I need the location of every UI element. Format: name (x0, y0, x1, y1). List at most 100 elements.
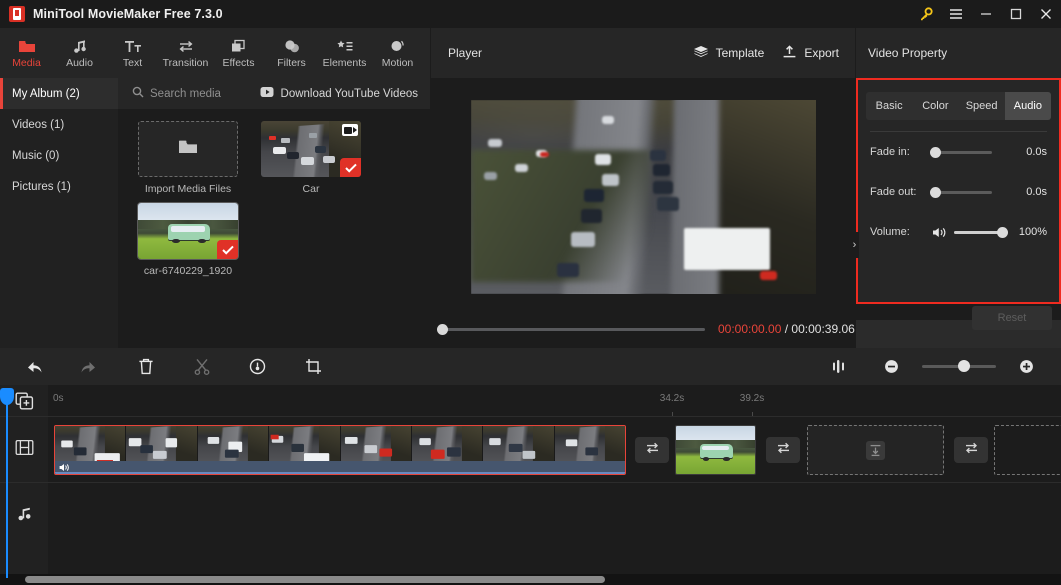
split-button[interactable] (180, 348, 223, 385)
clip-audio-strip[interactable] (55, 461, 625, 474)
playhead-handle[interactable] (0, 388, 14, 405)
image-clip-van[interactable] (675, 425, 756, 475)
zoom-slider[interactable] (922, 360, 996, 372)
tab-speed[interactable]: Speed (959, 92, 1005, 120)
speaker-icon[interactable] (932, 226, 954, 239)
reset-button[interactable]: Reset (972, 306, 1052, 330)
media-library-search-row: Search media Download YouTube Videos (118, 78, 430, 109)
tab-audio[interactable]: Audio (53, 28, 106, 78)
search-icon (132, 85, 144, 103)
transition-slot-1[interactable] (635, 437, 669, 463)
undo-button[interactable] (12, 348, 55, 385)
fade-in-handle[interactable] (930, 146, 941, 158)
sidebar-item-my-album[interactable]: My Album (2) (0, 78, 118, 109)
time-separator: / (781, 322, 792, 336)
video-property-panel: Video Property › Basic Color Speed Audio… (850, 28, 1061, 348)
tab-audio[interactable]: Audio (1004, 92, 1051, 120)
video-preview[interactable] (470, 100, 816, 294)
audio-track[interactable] (48, 482, 1061, 548)
zoom-out-icon[interactable] (870, 348, 913, 385)
import-media-tile[interactable]: Import Media Files (132, 121, 244, 195)
download-youtube-videos-button[interactable]: Download YouTube Videos (260, 85, 418, 103)
player-actions: Template Export (693, 44, 839, 62)
fade-in-label: Fade in: (870, 146, 910, 158)
close-icon[interactable] (1031, 0, 1061, 28)
key-icon[interactable] (911, 0, 941, 28)
fade-out-slider[interactable] (930, 186, 992, 198)
fade-out-value: 0.0s (1026, 186, 1047, 198)
zoom-handle[interactable] (958, 360, 970, 372)
minimize-icon[interactable] (971, 0, 1001, 28)
sidebar-item-videos[interactable]: Videos (1) (0, 109, 118, 140)
speed-button[interactable] (236, 348, 279, 385)
timeline: 0s 34.2s 39.2s (0, 385, 1061, 585)
menu-icon[interactable] (941, 0, 971, 28)
zoom-in-icon[interactable] (1005, 348, 1048, 385)
tab-media[interactable]: Media (0, 28, 53, 78)
tab-transition[interactable]: Transition (159, 28, 212, 78)
timeline-ruler[interactable]: 0s 34.2s 39.2s (48, 385, 1061, 416)
fade-in-slider[interactable] (930, 146, 992, 158)
template-button[interactable]: Template (693, 45, 764, 62)
tab-motion[interactable]: Motion (371, 28, 424, 78)
media-item-car-video[interactable]: Car (255, 121, 367, 195)
fade-out-label: Fade out: (870, 186, 917, 198)
filters-circles-icon (283, 37, 301, 54)
clip-thumbnail-van (676, 426, 755, 474)
film-strip-icon (15, 439, 34, 461)
media-item-van-image[interactable]: car-6740229_1920 (132, 202, 244, 277)
crop-button[interactable] (292, 348, 335, 385)
music-note-icon (72, 37, 88, 54)
import-media-label: Import Media Files (144, 183, 232, 195)
sidebar-item-pictures[interactable]: Pictures (1) (0, 171, 118, 202)
import-media-dropzone[interactable] (138, 121, 238, 177)
timeline-horizontal-scrollbar[interactable] (0, 574, 1061, 585)
transition-arrows-icon (177, 37, 195, 54)
export-button[interactable]: Export (782, 44, 839, 62)
media-thumbnail[interactable] (261, 121, 361, 177)
tab-color[interactable]: Color (912, 92, 958, 120)
fade-out-handle[interactable] (930, 186, 941, 198)
tab-elements[interactable]: Elements (318, 28, 371, 78)
video-clip-car[interactable] (54, 425, 626, 475)
property-tab-bar: Basic Color Speed Audio (866, 92, 1051, 120)
search-input[interactable]: Search media (132, 85, 221, 103)
video-track[interactable] (48, 416, 1061, 482)
volume-value: 100% (1018, 226, 1047, 238)
fit-timeline-icon[interactable] (818, 348, 861, 385)
delete-button[interactable] (124, 348, 167, 385)
transition-slot-2[interactable] (766, 437, 800, 463)
sidebar-item-music[interactable]: Music (0) (0, 140, 118, 171)
total-time: 00:00:39.06 (791, 322, 855, 336)
maximize-icon[interactable] (1001, 0, 1031, 28)
clip-thumbnails (55, 426, 625, 463)
tab-filters[interactable]: Filters (265, 28, 318, 78)
playhead[interactable] (0, 388, 14, 578)
tab-effects[interactable]: Effects (212, 28, 265, 78)
timeline-toolbar (0, 348, 1061, 385)
media-dropzone-2[interactable] (994, 425, 1061, 475)
download-into-icon (866, 440, 885, 460)
media-thumbnail[interactable] (137, 202, 239, 260)
transition-arrows-icon (775, 441, 792, 460)
scrollbar-thumb[interactable] (25, 576, 605, 583)
sidebar-item-label: Music (0) (12, 149, 60, 162)
transition-arrows-icon (963, 441, 980, 460)
tab-text[interactable]: Text (106, 28, 159, 78)
tab-text-label: Text (122, 57, 143, 69)
volume-row: Volume: 100% (858, 212, 1059, 252)
chevron-right-icon[interactable]: › (850, 232, 859, 258)
current-time: 00:00:00.00 (718, 322, 782, 336)
media-dropzone-1[interactable] (807, 425, 944, 475)
tab-transition-label: Transition (162, 57, 209, 69)
seek-bar[interactable] (437, 323, 705, 335)
volume-slider[interactable] (954, 226, 1008, 238)
redo-button[interactable] (68, 348, 111, 385)
music-note-icon (16, 505, 33, 527)
seek-handle[interactable] (437, 323, 448, 335)
selected-check-icon (217, 240, 238, 259)
transition-slot-3[interactable] (954, 437, 988, 463)
tab-basic[interactable]: Basic (866, 92, 912, 120)
video-property-header: Video Property (856, 28, 1061, 78)
volume-handle[interactable] (997, 226, 1008, 238)
